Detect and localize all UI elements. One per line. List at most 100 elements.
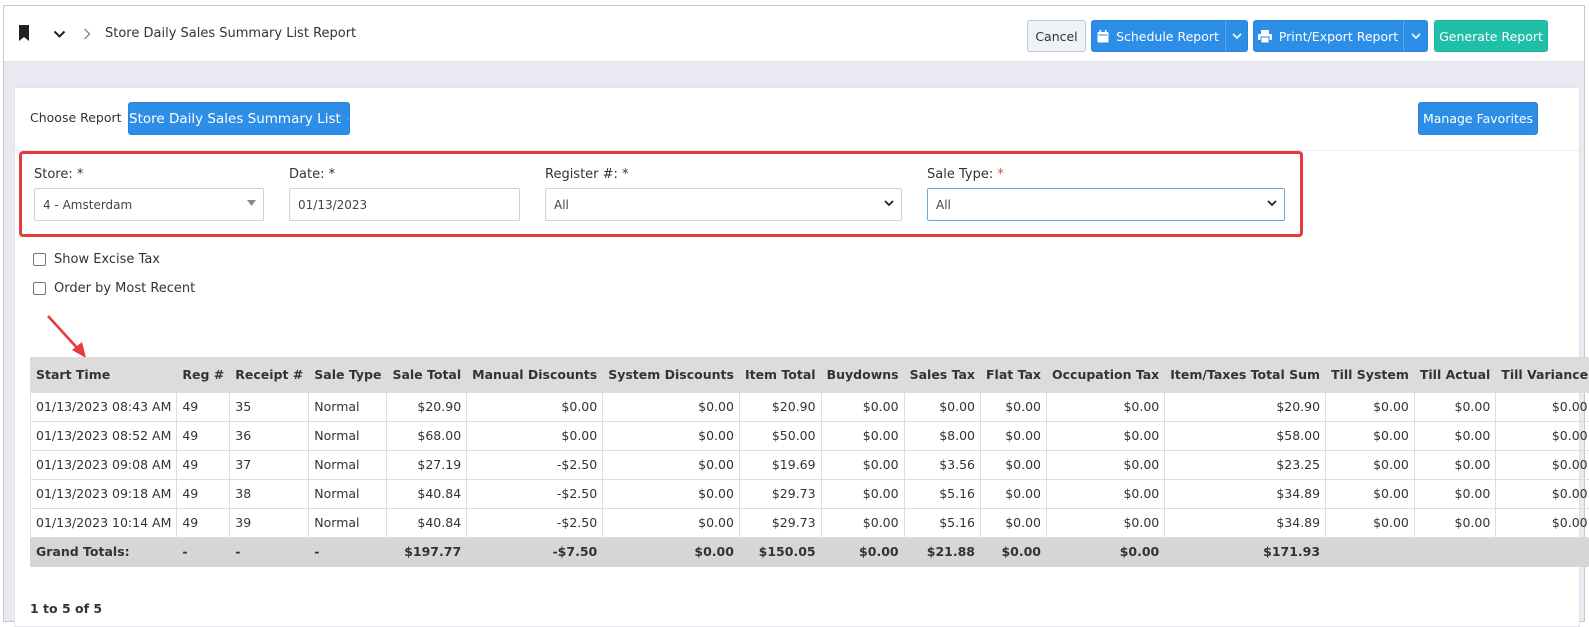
table-cell: $68.00	[386, 420, 468, 451]
total-cell	[1413, 536, 1497, 567]
sale-type-value: All	[936, 197, 951, 212]
column-header[interactable]: System Discounts	[602, 357, 740, 392]
report-panel: Choose Report Store Daily Sales Summary …	[14, 87, 1589, 627]
show-excise-tax-option[interactable]: Show Excise Tax	[33, 252, 160, 267]
table-cell: $0.00	[1045, 478, 1166, 509]
excise-tax-checkbox[interactable]	[33, 253, 46, 266]
table-cell: -$2.50	[466, 478, 604, 509]
sale-type-select[interactable]: All	[927, 188, 1285, 221]
total-cell: -	[308, 536, 388, 567]
column-header[interactable]: Till Variance	[1495, 357, 1589, 392]
table-cell: $0.00	[602, 420, 740, 451]
total-cell: -	[229, 536, 310, 567]
table-cell: $0.00	[602, 449, 740, 480]
caret-down-icon	[247, 200, 256, 206]
table-cell: $19.69	[738, 449, 822, 480]
total-cell	[1325, 536, 1415, 567]
table-cell: $0.00	[820, 449, 905, 480]
column-header[interactable]: Item Total	[738, 357, 822, 392]
print-export-dropdown[interactable]	[1403, 20, 1428, 52]
table-cell: $0.00	[1413, 449, 1497, 480]
table-cell: 49	[176, 420, 231, 451]
table-cell: $58.00	[1164, 420, 1327, 451]
column-header[interactable]: Sale Total	[386, 357, 467, 392]
sale-type-label: Sale Type: *	[927, 167, 1004, 182]
table-row: 01/13/2023 10:14 AM 49 39 Normal $40.84 -$2.5…	[29, 507, 1589, 538]
table-cell: 01/13/2023 08:52 AM	[29, 420, 178, 451]
sales-summary-table: Start Time Reg # Receipt # Sale Type Sale To…	[29, 357, 1589, 567]
print-export-label: Print/Export Report	[1278, 28, 1399, 44]
table-cell: 49	[176, 478, 231, 509]
table-cell: $0.00	[602, 478, 740, 509]
column-header[interactable]: Till System	[1325, 357, 1415, 392]
total-cell: $150.05	[738, 536, 822, 567]
schedule-report-dropdown[interactable]	[1225, 20, 1248, 52]
table-cell: $8.00	[903, 420, 982, 451]
order-by-recent-option[interactable]: Order by Most Recent	[33, 281, 195, 296]
table-cell: $34.89	[1164, 478, 1327, 509]
print-export-button[interactable]: Print/Export Report	[1253, 20, 1403, 52]
app-frame: Store Daily Sales Summary List Report Ca…	[3, 5, 1589, 627]
table-cell: 01/13/2023 08:43 AM	[29, 391, 178, 422]
total-cell: $171.93	[1164, 536, 1327, 567]
generate-report-button[interactable]: Generate Report	[1434, 20, 1548, 52]
column-header[interactable]: Start Time	[29, 357, 177, 392]
table-cell: $0.00	[980, 507, 1047, 538]
bookmark-icon[interactable]	[18, 25, 30, 45]
cancel-button[interactable]: Cancel	[1027, 20, 1086, 52]
column-header[interactable]: Manual Discounts	[466, 357, 603, 392]
table-cell: 37	[229, 449, 310, 480]
table-cell: $0.00	[980, 478, 1047, 509]
column-header[interactable]: Till Actual	[1413, 357, 1496, 392]
calendar-icon	[1097, 29, 1109, 43]
schedule-report-button[interactable]: Schedule Report	[1091, 20, 1225, 52]
order-recent-checkbox[interactable]	[33, 282, 46, 295]
total-cell: $0.00	[1045, 536, 1166, 567]
selected-report-label: Store Daily Sales Summary List	[129, 110, 341, 127]
grand-totals-row: Grand Totals: - - - $197.77 -$7.50 $0.00 $150.0…	[29, 536, 1589, 567]
manage-favorites-button[interactable]: Manage Favorites	[1418, 102, 1538, 135]
table-row: 01/13/2023 08:52 AM 49 36 Normal $68.00 $0.00…	[29, 420, 1589, 451]
filter-group: Store: * 4 - Amsterdam Date: * 01/13/202…	[19, 151, 1303, 237]
column-header[interactable]: Flat Tax	[980, 357, 1047, 392]
chevron-right-icon	[83, 28, 91, 44]
table-cell: $0.00	[466, 420, 604, 451]
total-cell: $197.77	[386, 536, 468, 567]
table-cell: $0.00	[820, 507, 905, 538]
total-cell	[1495, 536, 1589, 567]
column-header[interactable]: Buydowns	[820, 357, 905, 392]
column-header[interactable]: Sale Type	[308, 357, 387, 392]
table-cell: $0.00	[820, 478, 905, 509]
chevron-down-icon	[346, 117, 349, 120]
table-cell: $0.00	[1325, 478, 1415, 509]
table-cell: $0.00	[1495, 507, 1589, 538]
total-cell: $0.00	[820, 536, 905, 567]
column-header[interactable]: Occupation Tax	[1045, 357, 1165, 392]
register-select[interactable]: All	[545, 188, 902, 221]
top-bar: Store Daily Sales Summary List Report Ca…	[4, 6, 1584, 62]
column-header[interactable]: Reg #	[176, 357, 230, 392]
column-header[interactable]: Item/Taxes Total Sum	[1164, 357, 1326, 392]
date-label: Date: *	[289, 167, 336, 182]
table-cell: 49	[176, 449, 231, 480]
table-cell: $27.19	[386, 449, 468, 480]
column-header[interactable]: Sales Tax	[903, 357, 981, 392]
table-cell: Normal	[308, 449, 388, 480]
chevron-down-icon[interactable]	[53, 28, 66, 43]
table-cell: $0.00	[602, 391, 740, 422]
table-cell: $0.00	[1413, 391, 1497, 422]
table-cell: $0.00	[1495, 391, 1589, 422]
total-cell: $0.00	[602, 536, 740, 567]
table-cell: $20.90	[386, 391, 468, 422]
table-cell: Normal	[308, 391, 388, 422]
store-select[interactable]: 4 - Amsterdam	[34, 188, 264, 221]
table-cell: $0.00	[602, 507, 740, 538]
report-select-button[interactable]: Store Daily Sales Summary List	[128, 102, 350, 135]
column-header[interactable]: Receipt #	[229, 357, 309, 392]
date-input[interactable]: 01/13/2023	[289, 188, 520, 221]
table-cell: Normal	[308, 478, 388, 509]
table-cell: $0.00	[1325, 507, 1415, 538]
table-cell: $20.90	[1164, 391, 1327, 422]
table-cell: $0.00	[980, 391, 1047, 422]
table-cell: 35	[229, 391, 310, 422]
